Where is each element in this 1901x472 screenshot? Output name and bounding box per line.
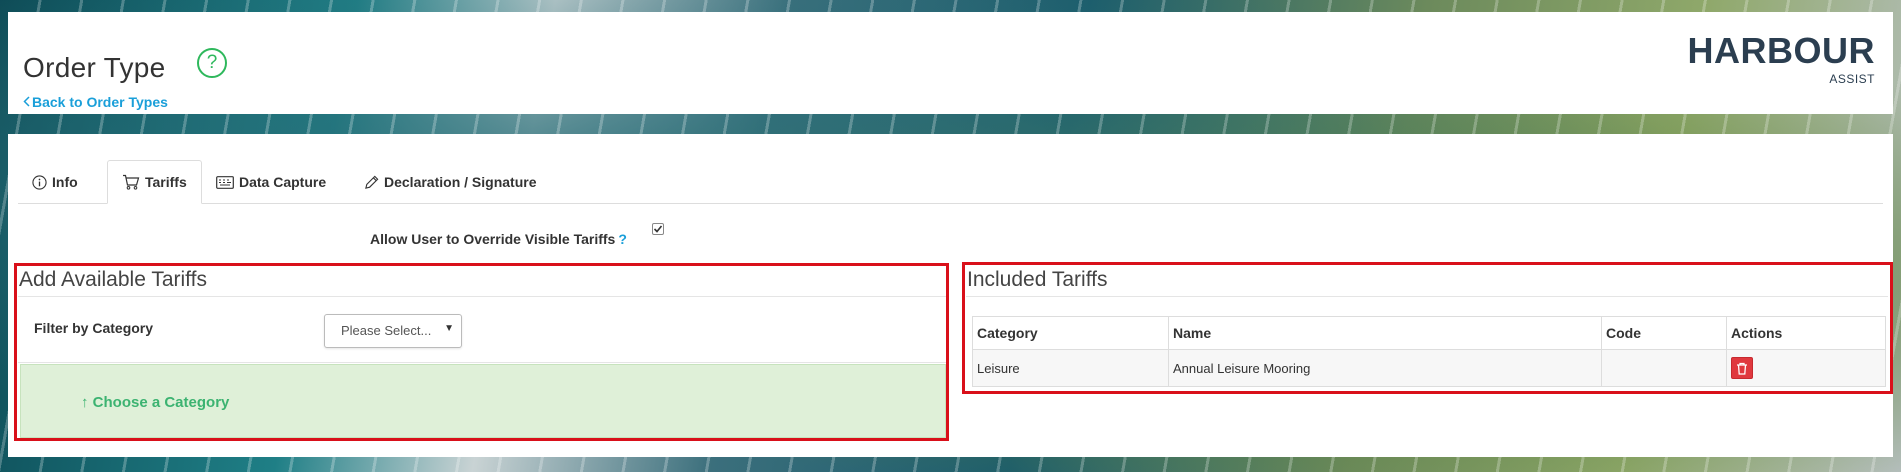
info-icon [32, 174, 47, 190]
tab-data-capture[interactable]: Data Capture [202, 160, 340, 204]
harbour-assist-logo: HARBOUR ASSIST [1688, 30, 1875, 90]
back-to-order-types-link[interactable]: Back to Order Types [23, 94, 168, 110]
logo-sub-text: ASSIST [1829, 72, 1875, 86]
tab-declaration-signature[interactable]: Declaration / Signature [350, 160, 550, 204]
chevron-left-icon [23, 94, 30, 110]
cell-category: Leisure [972, 349, 1169, 387]
override-help-icon[interactable]: ? [618, 231, 627, 247]
section-divider [18, 362, 946, 363]
arrow-up-icon: ↑ [81, 394, 89, 411]
table-row: Leisure Annual Leisure Mooring [972, 349, 1886, 387]
back-link-label: Back to Order Types [32, 94, 168, 110]
caret-down-icon: ▼ [444, 323, 454, 334]
column-header-actions: Actions [1726, 316, 1886, 350]
section-divider [966, 296, 1888, 297]
tab-tariffs[interactable]: Tariffs [107, 160, 202, 204]
page-title: Order Type [23, 52, 166, 83]
choose-category-notice: ↑ Choose a Category [20, 364, 946, 438]
cell-actions [1726, 349, 1886, 387]
logo-main-text: HARBOUR [1687, 30, 1875, 71]
choose-category-text: ↑ Choose a Category [81, 394, 229, 411]
section-divider [18, 296, 946, 297]
cart-icon [122, 174, 140, 190]
cell-name: Annual Leisure Mooring [1168, 349, 1602, 387]
add-available-tariffs-title: Add Available Tariffs [19, 268, 207, 291]
column-header-code: Code [1601, 316, 1727, 350]
included-tariffs-table: Category Name Code Actions Leisure Annua… [972, 316, 1886, 387]
tab-info-label: Info [52, 174, 78, 190]
choose-category-label: Choose a Category [92, 394, 230, 411]
override-visible-tariffs-label: Allow User to Override Visible Tariffs? [370, 231, 627, 247]
pen-icon [364, 175, 379, 190]
category-select-value: Please Select... [341, 323, 432, 338]
override-visible-tariffs-checkbox[interactable] [652, 223, 664, 235]
delete-tariff-button[interactable] [1731, 357, 1753, 379]
tab-declaration-label: Declaration / Signature [384, 174, 537, 190]
trash-icon [1737, 362, 1747, 375]
column-header-category: Category [972, 316, 1169, 350]
tab-data-capture-label: Data Capture [239, 174, 327, 190]
tab-info[interactable]: Info [18, 160, 92, 204]
tab-bar: Info Tariffs Data Capture Declaration / … [18, 160, 1883, 204]
cell-code [1601, 349, 1727, 387]
included-tariffs-title: Included Tariffs [967, 268, 1108, 291]
column-header-name: Name [1168, 316, 1602, 350]
page-header: Order Type ? Back to Order Types HARBOUR… [8, 12, 1893, 114]
order-type-content: Info Tariffs Data Capture Declaration / … [8, 134, 1893, 457]
filter-by-category-label: Filter by Category [34, 320, 154, 336]
category-select[interactable]: Please Select... ▼ [324, 314, 462, 348]
override-label-text: Allow User to Override Visible Tariffs [370, 231, 616, 247]
help-icon[interactable]: ? [197, 48, 227, 78]
keyboard-icon [216, 175, 234, 189]
tab-tariffs-label: Tariffs [145, 174, 187, 190]
table-header-row: Category Name Code Actions [972, 316, 1886, 350]
